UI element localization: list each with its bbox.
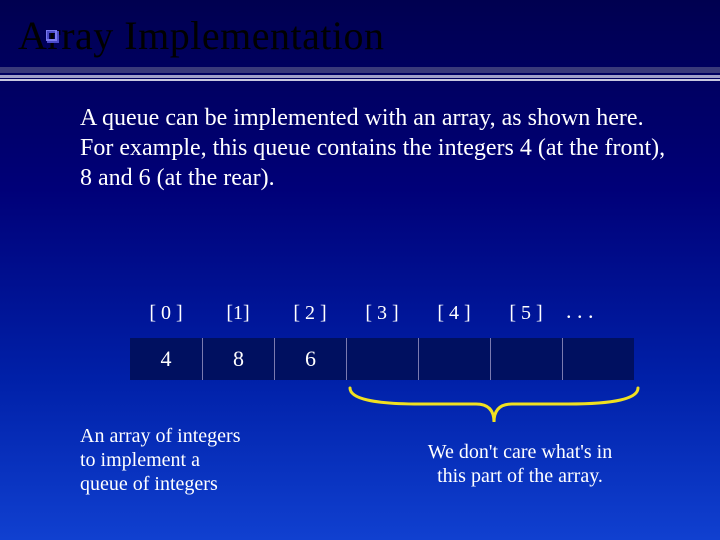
caption-left: An array of integers to implement a queu… [80,424,241,496]
curly-brace-icon [346,384,642,432]
index-label: [ 3 ] [346,302,418,325]
caption-line: to implement a [80,448,241,472]
page-title: Array Implementation [0,0,720,67]
index-label: [ 2 ] [274,302,346,325]
ellipsis-icon: . . . [566,298,594,324]
caption-line: An array of integers [80,424,241,448]
caption-line: queue of integers [80,472,241,496]
index-label: [ 4 ] [418,302,490,325]
array-cell: 6 [274,338,346,380]
index-labels-row: [ 0 ] [1] [ 2 ] [ 3 ] [ 4 ] [ 5 ] . . . [130,300,594,326]
array-cell [562,338,634,380]
array-cells-row: 4 8 6 [130,338,634,380]
array-cell [490,338,562,380]
bullet-icon [46,30,60,44]
array-cell [418,338,490,380]
caption-right: We don't care what's in this part of the… [370,440,670,488]
index-label: [ 0 ] [130,302,202,325]
index-label: [ 5 ] [490,302,562,325]
index-label: [1] [202,302,274,325]
title-underline [0,67,720,81]
caption-line: this part of the array. [370,464,670,488]
caption-line: We don't care what's in [370,440,670,464]
array-cell: 4 [130,338,202,380]
array-cell [346,338,418,380]
array-cell: 8 [202,338,274,380]
body-paragraph: A queue can be implemented with an array… [0,81,720,193]
